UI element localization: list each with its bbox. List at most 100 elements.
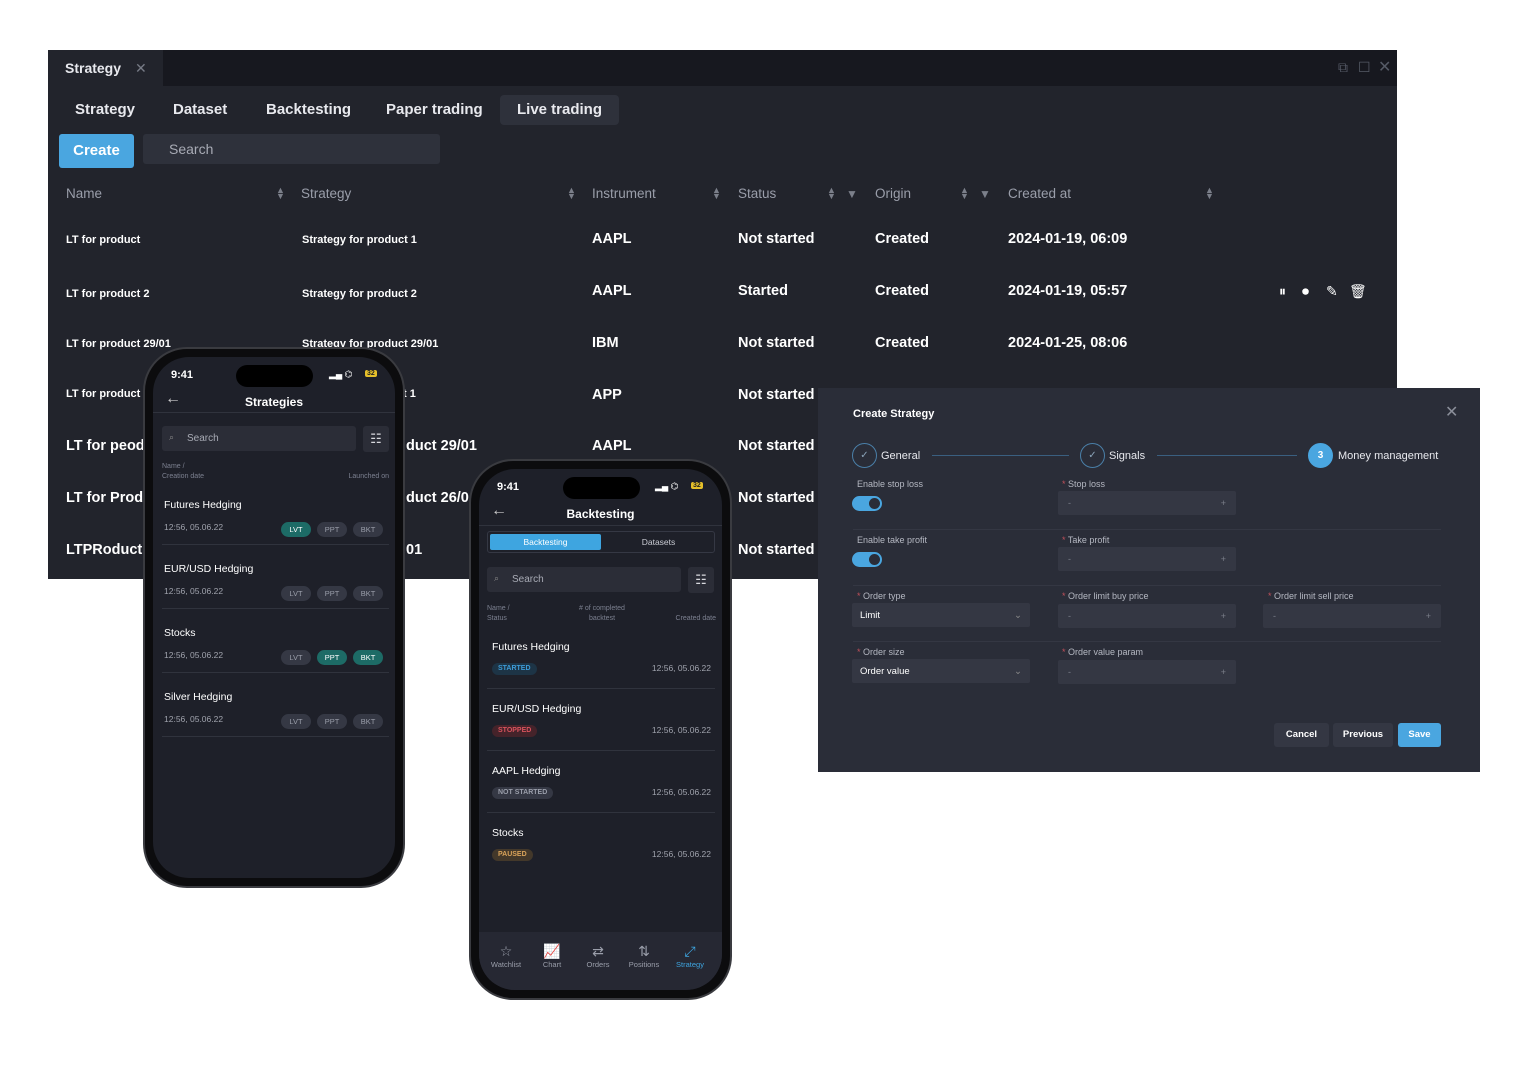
battery-icon: 32 — [691, 482, 703, 489]
take-profit-stepper[interactable]: - + — [1058, 547, 1236, 571]
status-badge: STOPPED — [492, 725, 538, 737]
sort-icon[interactable]: ▲ ▼ — [960, 186, 969, 201]
stop-loss-stepper[interactable]: - + — [1058, 491, 1236, 515]
cell-strategy: Strategy for product 2 — [302, 288, 417, 300]
pause-icon[interactable]: ⏸ — [1279, 283, 1286, 300]
header-launched: Launched on — [348, 473, 389, 480]
divider — [479, 525, 722, 526]
order-value-param-stepper[interactable]: - + — [1058, 660, 1236, 684]
take-profit-label: * Take profit — [1062, 535, 1110, 545]
filter-settings-button[interactable]: ☷ — [363, 426, 389, 452]
step-signals-check-icon[interactable]: ✓ — [1080, 443, 1105, 468]
divider — [487, 688, 715, 689]
maximize-icon[interactable]: ☐ — [1358, 59, 1371, 76]
nav-positions[interactable]: ⇅ Positions — [621, 942, 667, 969]
order-limit-buy-label: * Order limit buy price — [1062, 591, 1149, 601]
popout-icon[interactable]: ⧉ — [1338, 59, 1348, 76]
badge-bkt: BKT — [353, 522, 383, 537]
sort-icon[interactable]: ▲ ▼ — [1205, 186, 1214, 201]
cell-status: Not started — [738, 438, 815, 454]
signal-wifi-icon: ▂▄ ⌬ — [329, 369, 353, 379]
save-button[interactable]: Save — [1398, 723, 1441, 747]
order-size-select[interactable]: Order value ⌄ — [852, 659, 1030, 683]
badge-bkt: BKT — [353, 650, 383, 665]
window-tab[interactable]: Strategy ✕ — [48, 50, 163, 86]
search-input[interactable]: Search — [162, 426, 356, 451]
order-type-select[interactable]: Limit ⌄ — [852, 603, 1030, 627]
divider — [162, 736, 389, 737]
cell-status: Not started — [738, 542, 815, 558]
stop-icon[interactable]: ⏺ — [1302, 283, 1309, 300]
sort-icon[interactable]: ▲ ▼ — [276, 186, 285, 201]
tab-strategy[interactable]: Strategy — [58, 95, 152, 125]
cell-name: LTPRoduct — [66, 542, 143, 558]
filter-settings-button[interactable]: ☷ — [688, 567, 714, 593]
divider — [162, 608, 389, 609]
sort-icon[interactable]: ▲ ▼ — [827, 186, 836, 201]
cell-strategy: Strategy for product 1 — [302, 234, 417, 246]
search-icon: ⌕ — [169, 432, 175, 442]
take-profit-toggle[interactable] — [852, 552, 882, 567]
tab-dataset[interactable]: Dataset — [156, 95, 244, 125]
step-signals[interactable]: Signals — [1109, 450, 1145, 462]
col-strategy[interactable]: Strategy — [301, 186, 351, 201]
battery-icon: 32 — [365, 370, 377, 377]
col-created-at[interactable]: Created at — [1008, 186, 1071, 201]
item-date: 12:56, 05.06.22 — [651, 849, 711, 859]
close-dialog-icon[interactable]: ✕ — [1445, 402, 1458, 422]
previous-button[interactable]: Previous — [1333, 723, 1393, 747]
cell-instrument: AAPL — [592, 283, 632, 299]
cell-name: LT for Prod — [66, 490, 144, 506]
cell-instrument: IBM — [592, 335, 619, 351]
search-input[interactable]: Search — [487, 567, 681, 592]
search-icon: ⌕ — [494, 573, 500, 583]
segment-datasets[interactable]: Datasets — [603, 534, 714, 550]
divider — [162, 672, 389, 673]
divider — [487, 750, 715, 751]
cell-strategy: 01 — [406, 542, 423, 558]
edit-icon[interactable]: ✎ — [1326, 283, 1338, 300]
status-badge: PAUSED — [492, 849, 533, 861]
tab-paper-trading[interactable]: Paper trading — [369, 95, 500, 125]
order-limit-sell-stepper[interactable]: - + — [1263, 604, 1441, 628]
col-instrument[interactable]: Instrument — [592, 186, 656, 201]
col-name[interactable]: Name — [66, 186, 102, 201]
header-name-status: Name / Status — [487, 605, 510, 622]
create-button[interactable]: Create — [59, 134, 134, 168]
cell-origin: Created — [875, 283, 929, 299]
cell-instrument: APP — [592, 387, 622, 403]
sort-icon[interactable]: ▲ ▼ — [567, 186, 576, 201]
sort-icon[interactable]: ▲ ▼ — [712, 186, 721, 201]
tab-backtesting[interactable]: Backtesting — [249, 95, 368, 125]
badge-ppt: PPT — [317, 522, 347, 537]
nav-watchlist[interactable]: ☆ Watchlist — [483, 942, 529, 969]
item-title: Silver Hedging — [164, 691, 233, 703]
nav-strategy[interactable]: ⤢ Strategy — [667, 942, 713, 969]
order-type-label: * Order type — [857, 591, 906, 601]
step-number-money[interactable]: 3 — [1308, 443, 1333, 468]
filter-icon[interactable]: ▼ — [846, 187, 858, 201]
step-money-management[interactable]: Money management — [1338, 450, 1438, 462]
col-origin[interactable]: Origin — [875, 186, 911, 201]
col-status[interactable]: Status — [738, 186, 776, 201]
search-input[interactable]: Search — [143, 134, 440, 164]
filter-icon[interactable]: ▼ — [979, 187, 991, 201]
status-time: 9:41 — [171, 369, 194, 381]
cancel-button[interactable]: Cancel — [1274, 723, 1329, 747]
step-general[interactable]: General — [881, 450, 920, 462]
order-limit-buy-stepper[interactable]: - + — [1058, 604, 1236, 628]
stop-loss-toggle[interactable] — [852, 496, 882, 511]
nav-chart[interactable]: 📈 Chart — [529, 942, 575, 969]
item-title: Stocks — [164, 627, 196, 639]
segment-backtesting[interactable]: Backtesting — [490, 534, 601, 550]
step-general-check-icon[interactable]: ✓ — [852, 443, 877, 468]
cell-instrument: AAPL — [592, 438, 632, 454]
trash-icon[interactable]: 🗑 — [1349, 283, 1367, 300]
close-window-icon[interactable]: ✕ — [1378, 57, 1391, 77]
nav-orders[interactable]: ⇄ Orders — [575, 942, 621, 969]
segmented-control: Backtesting Datasets — [487, 531, 715, 553]
tab-live-trading[interactable]: Live trading — [500, 95, 620, 125]
divider — [153, 412, 395, 413]
cell-status: Not started — [738, 490, 815, 506]
close-tab-icon[interactable]: ✕ — [135, 60, 147, 77]
